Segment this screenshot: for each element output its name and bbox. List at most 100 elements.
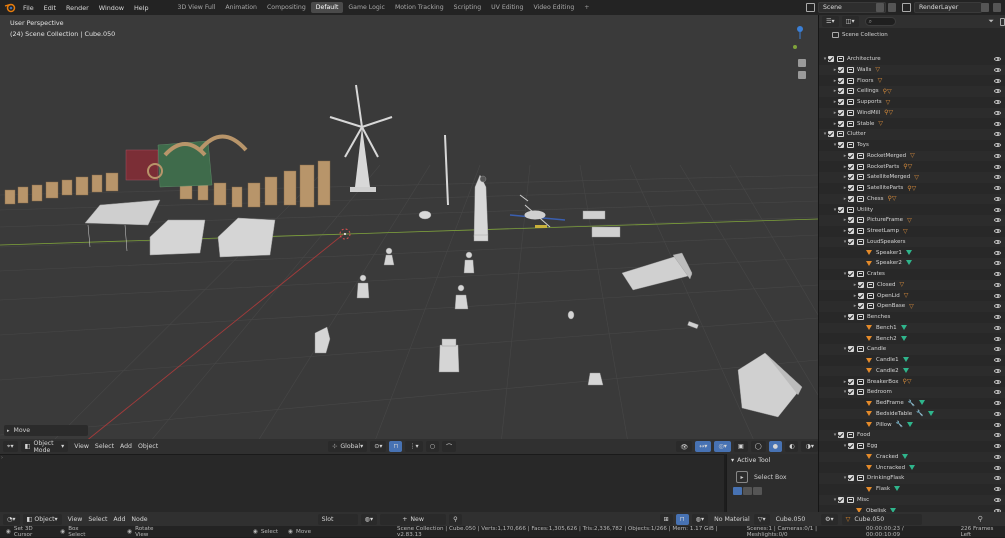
tab-game-logic[interactable]: Game Logic bbox=[343, 2, 390, 13]
child-objects-icon[interactable]: ▽ bbox=[875, 66, 880, 73]
outliner-row[interactable]: ▸ RocketMerged ▽ bbox=[819, 150, 1005, 162]
outliner-row[interactable]: ▸ PictureFrame ▽ bbox=[819, 215, 1005, 226]
mesh-data-icon[interactable] bbox=[902, 367, 909, 374]
exclude-checkbox[interactable] bbox=[838, 206, 844, 213]
child-objects-icon[interactable]: ⚲▽ bbox=[907, 185, 916, 192]
modifier-wrench-icon[interactable]: 🔧 bbox=[896, 421, 903, 428]
shading-solid-icon[interactable]: ● bbox=[768, 441, 783, 452]
visibility-eye-icon[interactable] bbox=[994, 347, 1001, 352]
menu-add[interactable]: Add bbox=[120, 443, 132, 450]
mesh-data-icon[interactable] bbox=[894, 486, 901, 492]
display-mode-icon[interactable]: ◫▾ bbox=[841, 16, 859, 27]
tab-video-editing[interactable]: Video Editing bbox=[528, 2, 579, 13]
child-objects-icon[interactable]: ⚲▽ bbox=[884, 109, 893, 116]
child-objects-icon[interactable]: ▽ bbox=[878, 77, 883, 84]
mesh-data-icon[interactable] bbox=[919, 400, 926, 406]
pin-icon[interactable]: ⚲ bbox=[978, 515, 983, 523]
child-objects-icon[interactable]: ⚲▽ bbox=[903, 163, 912, 170]
visibility-eye-icon[interactable] bbox=[994, 153, 1001, 158]
select-extend-icon[interactable] bbox=[743, 487, 752, 495]
tab-3d-view-full[interactable]: 3D View Full bbox=[173, 2, 221, 13]
proportional-edit-icon[interactable]: ○ bbox=[425, 441, 440, 452]
node-menu-add[interactable]: Add bbox=[113, 516, 125, 523]
active-tool-row[interactable]: ▸ Select Box bbox=[727, 471, 818, 483]
visibility-eye-icon[interactable] bbox=[994, 476, 1001, 481]
view-layer-icon[interactable] bbox=[902, 3, 911, 12]
scene-type-icon[interactable] bbox=[806, 3, 815, 12]
exclude-checkbox[interactable] bbox=[848, 152, 854, 159]
gizmo-toggle-icon[interactable]: ↔▾ bbox=[695, 441, 712, 452]
outliner-row[interactable]: Flask bbox=[819, 484, 1005, 495]
visibility-eye-icon[interactable] bbox=[994, 110, 1001, 115]
visibility-eye-icon[interactable] bbox=[994, 164, 1001, 169]
mode-selector[interactable]: ◧ Object Mode ▾ bbox=[20, 440, 69, 454]
visibility-eye-icon[interactable] bbox=[994, 422, 1001, 427]
child-objects-icon[interactable]: ⚲▽ bbox=[883, 88, 892, 95]
node-tree-icon[interactable]: ⊞ bbox=[659, 513, 673, 525]
exclude-checkbox[interactable] bbox=[838, 88, 844, 95]
exclude-checkbox[interactable] bbox=[848, 475, 854, 482]
visibility-eye-icon[interactable] bbox=[994, 401, 1001, 406]
child-objects-icon[interactable]: ▽ bbox=[878, 120, 883, 127]
outliner-row[interactable]: ▸ Supports ▽ bbox=[819, 97, 1005, 108]
exclude-checkbox[interactable] bbox=[858, 281, 864, 288]
mesh-data-icon[interactable] bbox=[900, 335, 907, 342]
exclude-checkbox[interactable] bbox=[838, 66, 844, 73]
visibility-eye-icon[interactable] bbox=[994, 390, 1001, 395]
new-collection-icon[interactable] bbox=[1000, 17, 1005, 26]
outliner-row[interactable]: BedsideTable 🔧 bbox=[819, 408, 1005, 420]
exclude-checkbox[interactable] bbox=[828, 56, 834, 63]
exclude-checkbox[interactable] bbox=[848, 217, 854, 224]
menu-edit[interactable]: Edit bbox=[44, 4, 56, 12]
exclude-checkbox[interactable] bbox=[848, 185, 854, 192]
outliner-row[interactable]: Speaker2 bbox=[819, 258, 1005, 269]
select-new-icon[interactable] bbox=[733, 487, 742, 495]
visibility-eye-icon[interactable] bbox=[994, 411, 1001, 416]
node-menu-node[interactable]: Node bbox=[131, 516, 147, 523]
shading-material-icon[interactable]: ◐ bbox=[785, 441, 799, 452]
outliner-row[interactable]: ▸ StreetLamp ▽ bbox=[819, 226, 1005, 237]
add-workspace-button[interactable]: + bbox=[579, 2, 594, 13]
pivot-point-icon[interactable]: ⊙▾ bbox=[370, 441, 387, 452]
visibility-eye-icon[interactable] bbox=[994, 454, 1001, 459]
outliner-row[interactable]: ▸ Closed ▽ bbox=[819, 279, 1005, 291]
visibility-eye-icon[interactable] bbox=[994, 175, 1001, 180]
visibility-eye-icon[interactable] bbox=[994, 239, 1001, 244]
delete-view-layer-icon[interactable] bbox=[993, 3, 1001, 12]
node-menu-view[interactable]: View bbox=[68, 516, 83, 523]
outliner-row[interactable]: ▸ WindMill ⚲▽ bbox=[819, 107, 1005, 119]
outliner-type-icon[interactable]: ☰▾ bbox=[822, 16, 839, 27]
3d-viewport[interactable]: User Perspective (24) Scene Collection |… bbox=[0, 15, 818, 454]
node-editor-type-icon[interactable]: ◔▾ bbox=[3, 513, 20, 525]
operator-panel-move[interactable]: ▸ Move bbox=[4, 425, 88, 436]
visibility-eye-icon[interactable] bbox=[994, 143, 1001, 148]
snap-toggle-icon[interactable]: ⊓ bbox=[389, 441, 403, 452]
exclude-checkbox[interactable] bbox=[848, 271, 854, 278]
outliner-row[interactable]: Bench2 bbox=[819, 333, 1005, 344]
child-objects-icon[interactable]: ▽ bbox=[909, 303, 914, 310]
child-objects-icon[interactable]: ⚲▽ bbox=[903, 378, 912, 385]
outliner-row[interactable]: BedFrame 🔧 bbox=[819, 398, 1005, 409]
visibility-icon[interactable]: 👁 bbox=[676, 441, 693, 452]
node-menu-select[interactable]: Select bbox=[88, 516, 107, 523]
visibility-eye-icon[interactable] bbox=[994, 250, 1001, 255]
outliner-row[interactable]: ▸ SatelliteParts ⚲▽ bbox=[819, 183, 1005, 194]
overlay-toggle-icon[interactable]: ◎▾ bbox=[714, 441, 731, 452]
child-objects-icon[interactable]: ▽ bbox=[886, 99, 891, 106]
outliner-row[interactable]: Cracked bbox=[819, 451, 1005, 463]
filter-icon[interactable]: ⏷ bbox=[988, 17, 994, 26]
outliner-row[interactable]: Candle1 bbox=[819, 355, 1005, 366]
outliner-row[interactable]: Uncracked bbox=[819, 462, 1005, 473]
outliner-row[interactable]: ▸ Ceilings ⚲▽ bbox=[819, 86, 1005, 97]
exclude-checkbox[interactable] bbox=[858, 303, 864, 310]
exclude-checkbox[interactable] bbox=[838, 432, 844, 439]
modifier-wrench-icon[interactable]: 🔧 bbox=[908, 400, 915, 407]
child-objects-icon[interactable]: ⚲▽ bbox=[887, 195, 896, 202]
mesh-data-icon[interactable] bbox=[905, 249, 912, 256]
visibility-eye-icon[interactable] bbox=[994, 358, 1001, 363]
visibility-eye-icon[interactable] bbox=[994, 89, 1001, 94]
outliner-row[interactable]: ▾ Bedroom bbox=[819, 387, 1005, 398]
new-scene-icon[interactable] bbox=[876, 3, 884, 12]
transform-orientation-selector[interactable]: ⊹ Global ▾ bbox=[328, 441, 368, 452]
outliner-row[interactable]: ▸ Floors ▽ bbox=[819, 75, 1005, 86]
